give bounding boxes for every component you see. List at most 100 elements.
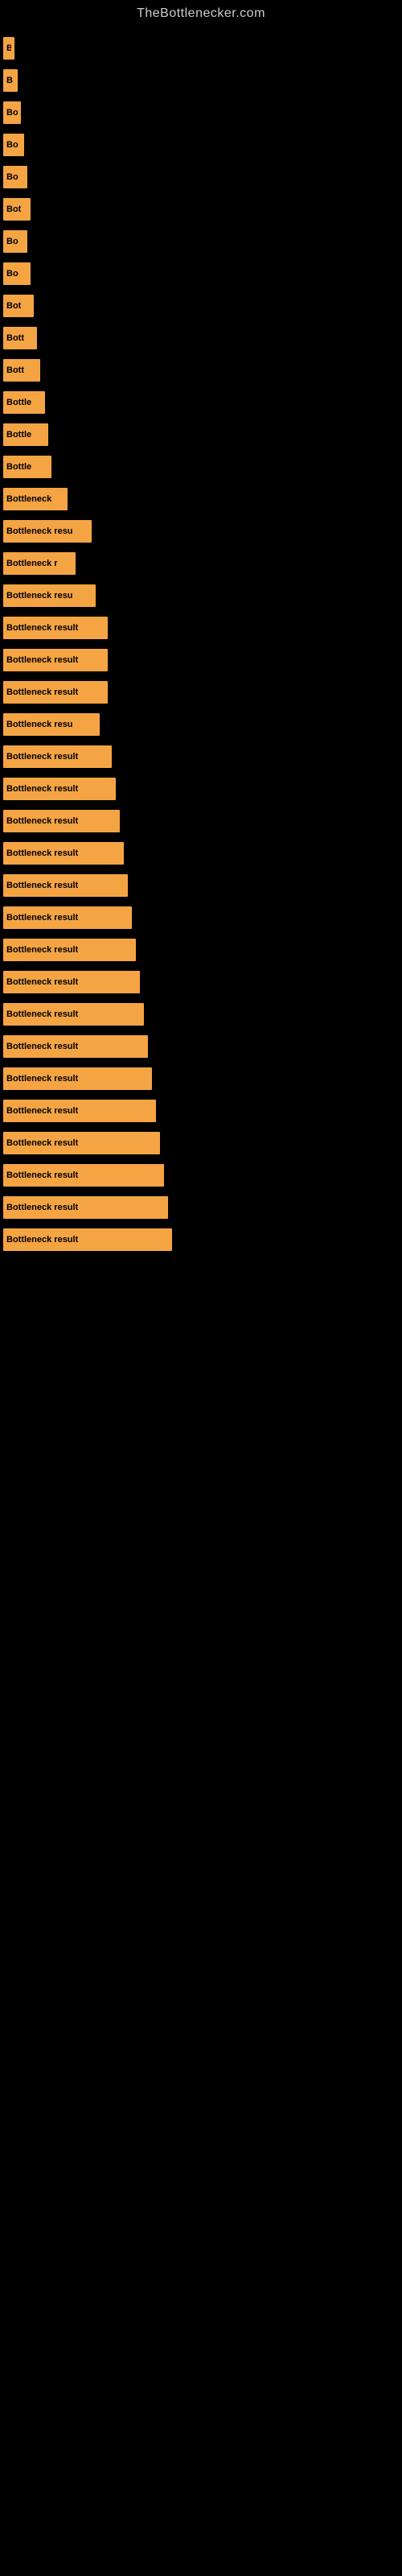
bottleneck-bar: Bottleneck result xyxy=(3,1035,148,1058)
list-item: Bottleneck result xyxy=(0,1003,402,1026)
list-item: Bottleneck result xyxy=(0,810,402,832)
list-item: Bottleneck resu xyxy=(0,713,402,736)
list-item: B xyxy=(0,69,402,92)
bottleneck-label: Bottleneck result xyxy=(6,623,78,633)
list-item: Bottle xyxy=(0,423,402,446)
list-item: Bottleneck result xyxy=(0,745,402,768)
bottleneck-bar: Bottleneck result xyxy=(3,681,108,704)
bottleneck-label: Bottle xyxy=(6,398,31,407)
bottleneck-bar: Bottleneck result xyxy=(3,649,108,671)
list-item: Bottleneck result xyxy=(0,778,402,800)
list-item: Bottleneck xyxy=(0,488,402,510)
bottleneck-bar: Bo xyxy=(3,134,24,156)
list-item: Bottleneck result xyxy=(0,1132,402,1154)
bottleneck-label: Bottleneck result xyxy=(6,977,78,987)
bottleneck-bar: B xyxy=(3,69,18,92)
bottleneck-label: Bo xyxy=(6,237,18,246)
bottleneck-label: Bo xyxy=(6,108,18,118)
list-item: Bottleneck result xyxy=(0,971,402,993)
bottleneck-bar: Bottleneck result xyxy=(3,906,132,929)
bottleneck-bar: Bottleneck result xyxy=(3,1196,168,1219)
site-title: TheBottlenecker.com xyxy=(0,0,402,24)
bottleneck-bar: Bo xyxy=(3,230,27,253)
page-wrapper: TheBottlenecker.com B B Bo Bo Bo Bot Bo Bo Bot Bo… xyxy=(0,0,402,1264)
bottleneck-label: Bottleneck result xyxy=(6,655,78,665)
bottleneck-label: Bottleneck result xyxy=(6,1042,78,1051)
bottleneck-bar: Bottleneck xyxy=(3,488,68,510)
bottleneck-label: Bottleneck result xyxy=(6,1138,78,1148)
list-item: Bott xyxy=(0,327,402,349)
bottleneck-label: Bott xyxy=(6,333,24,343)
bottleneck-label: Bottleneck r xyxy=(6,559,58,568)
bottleneck-bar: Bottleneck resu xyxy=(3,584,96,607)
bottleneck-label: Bottleneck xyxy=(6,494,51,504)
bottleneck-bar: Bottleneck result xyxy=(3,1228,172,1251)
list-item: Bottleneck result xyxy=(0,842,402,865)
bottleneck-bar: Bottleneck result xyxy=(3,842,124,865)
list-item: Bottleneck result xyxy=(0,1164,402,1187)
bottleneck-bar: Bott xyxy=(3,327,37,349)
list-item: B xyxy=(0,37,402,60)
list-item: Bottleneck result xyxy=(0,649,402,671)
list-item: Bottleneck result xyxy=(0,681,402,704)
list-item: Bottleneck resu xyxy=(0,520,402,543)
bottleneck-label: Bottleneck result xyxy=(6,913,78,923)
bottleneck-bar: Bottle xyxy=(3,456,51,478)
bottleneck-bar: Bottleneck result xyxy=(3,810,120,832)
list-item: Bottleneck result xyxy=(0,1100,402,1122)
bottleneck-bar: Bot xyxy=(3,198,31,221)
list-item: Bottleneck result xyxy=(0,874,402,897)
bottleneck-label: Bottleneck resu xyxy=(6,591,73,601)
items-container: B B Bo Bo Bo Bot Bo Bo Bot Bott Bott Bottle Bottle Bo… xyxy=(0,24,402,1264)
bottleneck-label: Bottleneck result xyxy=(6,784,78,794)
bottleneck-bar: Bottle xyxy=(3,391,45,414)
list-item: Bot xyxy=(0,295,402,317)
bottleneck-label: Bottleneck result xyxy=(6,687,78,697)
bottleneck-bar: Bottleneck result xyxy=(3,1003,144,1026)
bottleneck-bar: Bottleneck result xyxy=(3,617,108,639)
bottleneck-bar: Bottleneck result xyxy=(3,1132,160,1154)
list-item: Bottleneck result xyxy=(0,939,402,961)
list-item: Bo xyxy=(0,262,402,285)
list-item: Bottleneck result xyxy=(0,1228,402,1251)
bottleneck-bar: Bot xyxy=(3,295,34,317)
bottleneck-bar: Bottleneck result xyxy=(3,939,136,961)
bottleneck-label: Bottleneck result xyxy=(6,1106,78,1116)
bottleneck-bar: Bottleneck resu xyxy=(3,520,92,543)
bottleneck-bar: Bottleneck result xyxy=(3,1164,164,1187)
bottleneck-bar: Bottleneck result xyxy=(3,1067,152,1090)
bottleneck-label: Bottleneck resu xyxy=(6,720,73,729)
list-item: Bo xyxy=(0,134,402,156)
bottleneck-bar: Bottleneck result xyxy=(3,1100,156,1122)
bottleneck-bar: Bottleneck resu xyxy=(3,713,100,736)
bottleneck-label: Bottleneck result xyxy=(6,816,78,826)
list-item: Bo xyxy=(0,101,402,124)
bottleneck-bar: Bottleneck result xyxy=(3,971,140,993)
list-item: Bot xyxy=(0,198,402,221)
list-item: Bottleneck result xyxy=(0,1067,402,1090)
bottleneck-bar: Bo xyxy=(3,166,27,188)
bottleneck-label: Bottleneck resu xyxy=(6,526,73,536)
bottleneck-bar: Bottleneck result xyxy=(3,874,128,897)
bottleneck-label: Bottleneck result xyxy=(6,752,78,762)
bottleneck-label: Bo xyxy=(6,172,18,182)
list-item: Bottle xyxy=(0,456,402,478)
bottleneck-label: B xyxy=(6,43,11,53)
bottleneck-label: B xyxy=(6,76,13,85)
bottleneck-bar: Bottle xyxy=(3,423,48,446)
list-item: Bottleneck resu xyxy=(0,584,402,607)
bottleneck-bar: Bo xyxy=(3,101,21,124)
bottleneck-bar: Bottleneck result xyxy=(3,745,112,768)
list-item: Bott xyxy=(0,359,402,382)
list-item: Bottleneck result xyxy=(0,906,402,929)
bottleneck-label: Bottleneck result xyxy=(6,1170,78,1180)
list-item: Bo xyxy=(0,166,402,188)
bottleneck-label: Bottleneck result xyxy=(6,1235,78,1245)
bottleneck-label: Bottleneck result xyxy=(6,1009,78,1019)
bottleneck-label: Bottle xyxy=(6,430,31,440)
bottleneck-bar: B xyxy=(3,37,14,60)
bottleneck-label: Bottleneck result xyxy=(6,1203,78,1212)
bottleneck-label: Bottle xyxy=(6,462,31,472)
bottleneck-label: Bo xyxy=(6,269,18,279)
bottleneck-bar: Bottleneck result xyxy=(3,778,116,800)
